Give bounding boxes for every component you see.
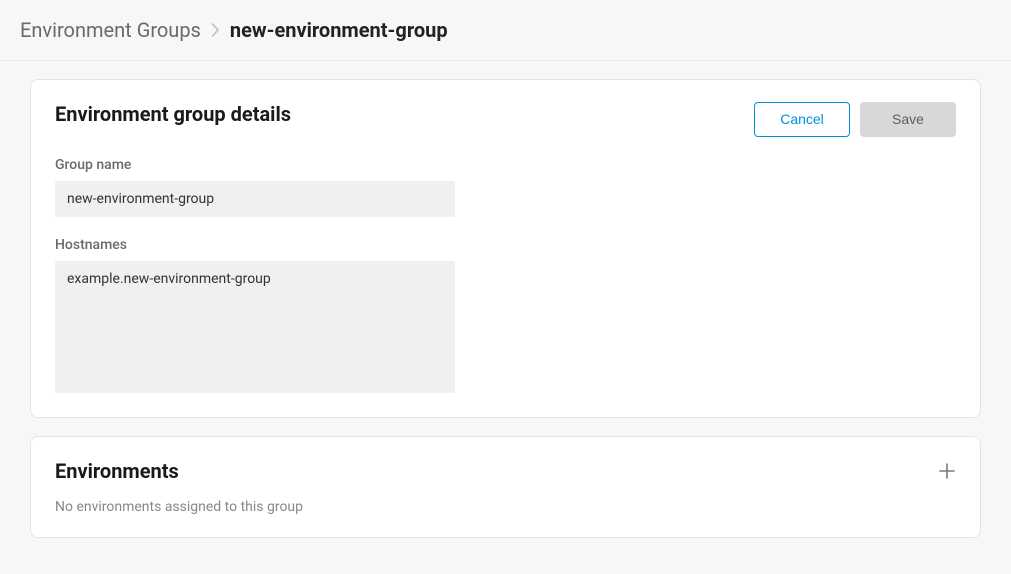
group-name-input[interactable] bbox=[55, 181, 455, 217]
breadcrumb-root-link[interactable]: Environment Groups bbox=[20, 18, 201, 42]
details-card-header: Environment group details Cancel Save bbox=[55, 102, 956, 137]
cancel-button[interactable]: Cancel bbox=[754, 102, 850, 137]
details-card-title: Environment group details bbox=[55, 102, 291, 126]
chevron-right-icon bbox=[211, 23, 220, 37]
hostnames-field: Hostnames bbox=[55, 237, 956, 393]
hostnames-label: Hostnames bbox=[55, 237, 956, 253]
content-area: Environment group details Cancel Save Gr… bbox=[0, 61, 1011, 574]
card-actions: Cancel Save bbox=[754, 102, 956, 137]
breadcrumb: Environment Groups new-environment-group bbox=[0, 0, 1011, 61]
plus-icon[interactable] bbox=[938, 462, 956, 480]
hostnames-input[interactable] bbox=[55, 261, 455, 393]
environments-card: Environments No environments assigned to… bbox=[30, 436, 981, 538]
environments-card-title: Environments bbox=[55, 459, 179, 483]
group-name-label: Group name bbox=[55, 157, 956, 173]
breadcrumb-current: new-environment-group bbox=[230, 18, 448, 42]
save-button[interactable]: Save bbox=[860, 102, 956, 137]
group-name-field: Group name bbox=[55, 157, 956, 217]
details-card: Environment group details Cancel Save Gr… bbox=[30, 79, 981, 418]
environments-empty-text: No environments assigned to this group bbox=[55, 499, 956, 515]
environments-card-header: Environments bbox=[55, 459, 956, 483]
